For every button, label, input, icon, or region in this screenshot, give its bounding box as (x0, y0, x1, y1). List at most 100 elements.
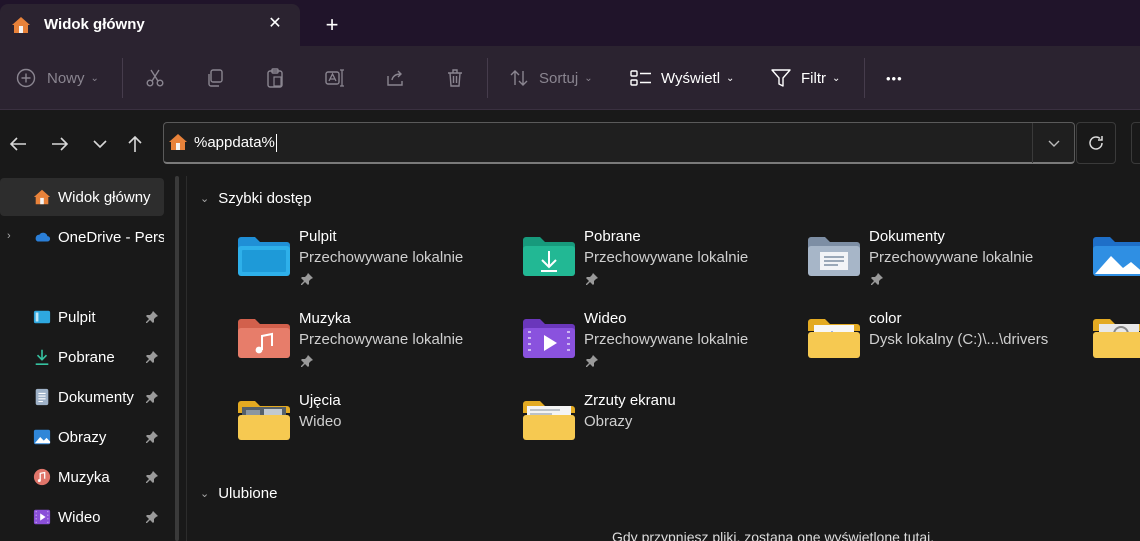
tile-location: Wideo (299, 413, 342, 430)
pin-icon[interactable] (145, 470, 159, 484)
pin-icon[interactable] (145, 510, 159, 524)
tile-location: Dysk lokalny (C:)\...\drivers (869, 331, 1049, 348)
tile-name: Pulpit (299, 228, 337, 245)
pin-icon[interactable] (145, 430, 159, 444)
more-options-button[interactable]: ••• (886, 60, 903, 96)
address-dropdown-button[interactable] (1032, 123, 1074, 163)
quick-access-header[interactable]: ⌄ Szybki dostęp (200, 190, 312, 207)
share-button[interactable] (385, 60, 405, 96)
tile-music[interactable]: Muzyka Przechowywane lokalnie (236, 310, 516, 380)
expand-chevron-icon[interactable]: › (7, 230, 11, 242)
text-caret (275, 134, 277, 153)
address-input[interactable]: %appdata% (194, 134, 275, 151)
sidebar-scrollbar[interactable] (175, 176, 179, 541)
filter-button[interactable]: Filtr ⌄ (771, 60, 840, 96)
tile-name: Dokumenty (869, 228, 945, 245)
tile-videos[interactable]: Wideo Przechowywane lokalnie (521, 310, 801, 380)
title-bar: Widok główny ✕ + (0, 0, 1140, 46)
back-arrow-icon[interactable] (6, 132, 30, 156)
tile-name: color (869, 310, 902, 327)
trash-icon (448, 69, 462, 87)
chevron-down-icon (1048, 140, 1060, 147)
home-icon (12, 17, 30, 33)
pictures-icon (33, 429, 51, 445)
share-icon (387, 70, 403, 86)
tile-location: Przechowywane lokalnie (299, 249, 464, 266)
pin-icon[interactable] (145, 310, 159, 324)
tile-pictures[interactable] (1091, 228, 1140, 298)
tile-desktop[interactable]: Pulpit Przechowywane lokalnie (236, 228, 516, 298)
tile-downloads[interactable]: Pobrane Przechowywane lokalnie (521, 228, 801, 298)
clipboard-icon (267, 68, 283, 88)
sidebar-item-videos[interactable]: Wideo (0, 498, 164, 536)
copy-button[interactable] (205, 60, 225, 96)
tile-color[interactable]: color Dysk lokalny (C:)\...\drivers (806, 310, 1086, 380)
new-button[interactable]: Nowy ⌄ (16, 60, 99, 96)
onedrive-icon (35, 232, 51, 242)
sidebar-item-onedrive[interactable]: › OneDrive - Personal (0, 218, 164, 256)
pin-icon[interactable] (145, 390, 159, 404)
sort-button[interactable]: Sortuj ⌄ (509, 60, 593, 96)
refresh-button[interactable] (1076, 122, 1116, 164)
cut-button[interactable] (145, 60, 165, 96)
pin-icon (871, 273, 883, 285)
home-icon (33, 189, 51, 205)
close-tab-button[interactable]: ✕ (265, 14, 285, 34)
documents-folder-icon (808, 237, 860, 276)
scissors-icon (146, 69, 164, 87)
new-button-label: Nowy (47, 69, 85, 87)
pin-icon (301, 273, 313, 285)
videos-folder-icon (523, 319, 575, 358)
forward-arrow-icon[interactable] (48, 132, 72, 156)
navigation-bar: %appdata% (0, 110, 1140, 176)
tile-name: Zrzuty ekranu (584, 392, 676, 409)
sort-button-label: Sortuj (539, 69, 579, 87)
favorites-header[interactable]: ⌄ Ulubione (200, 485, 277, 502)
rename-button[interactable] (325, 60, 345, 96)
desktop-folder-icon (238, 237, 290, 276)
collapse-chevron-icon: ⌄ (200, 488, 210, 500)
delete-button[interactable] (445, 60, 465, 96)
pictures-folder-icon (1093, 237, 1140, 276)
sidebar-item-pictures[interactable]: Obrazy (0, 418, 164, 456)
search-box[interactable] (1131, 122, 1140, 164)
pin-icon[interactable] (145, 350, 159, 364)
sidebar-item-home[interactable]: Widok główny (0, 178, 164, 216)
up-arrow-icon[interactable] (123, 132, 147, 156)
sidebar-item-documents[interactable]: Dokumenty (0, 378, 164, 416)
sidebar-item-music[interactable]: Muzyka (0, 458, 164, 496)
address-bar[interactable]: %appdata% (163, 122, 1075, 164)
view-button[interactable]: Wyświetl ⌄ (630, 60, 734, 96)
sidebar-item-downloads[interactable]: Pobrane (0, 338, 164, 376)
tile-location: Przechowywane lokalnie (584, 331, 749, 348)
tab-home[interactable]: Widok główny ✕ (0, 4, 300, 46)
sidebar-item-label: Widok główny (58, 189, 151, 206)
folder-icon (808, 319, 860, 358)
refresh-icon (1089, 136, 1103, 150)
tile-partial[interactable] (1091, 310, 1140, 380)
toolbar-divider (122, 58, 123, 98)
paste-button[interactable] (265, 60, 285, 96)
sidebar-item-desktop[interactable]: Pulpit (0, 298, 164, 336)
chevron-down-icon: ⌄ (584, 72, 593, 84)
tile-captures[interactable]: Ujęcia Wideo (236, 392, 516, 462)
copy-icon (208, 69, 223, 87)
recent-locations-chevron-icon[interactable] (88, 132, 112, 156)
tile-name: Wideo (584, 310, 627, 327)
plus-circle-icon (16, 68, 36, 88)
home-icon (169, 134, 187, 150)
navigation-pane: Widok główny › OneDrive - Personal Pulpi… (0, 176, 187, 541)
tile-documents[interactable]: Dokumenty Przechowywane lokalnie (806, 228, 1086, 298)
tile-name: Pobrane (584, 228, 641, 245)
folder-icon (523, 401, 575, 440)
tile-location: Przechowywane lokalnie (584, 249, 749, 266)
tab-title: Widok główny (44, 16, 145, 33)
tile-screenshots[interactable]: Zrzuty ekranu Obrazy (521, 392, 801, 462)
folder-icon (238, 401, 290, 440)
sidebar-item-label: OneDrive - Personal (58, 229, 164, 246)
download-icon (35, 349, 49, 366)
new-tab-button[interactable]: + (321, 14, 343, 36)
pin-icon (301, 355, 313, 367)
chevron-down-icon: ⌄ (90, 72, 99, 84)
quick-access-title: Szybki dostęp (218, 190, 312, 207)
